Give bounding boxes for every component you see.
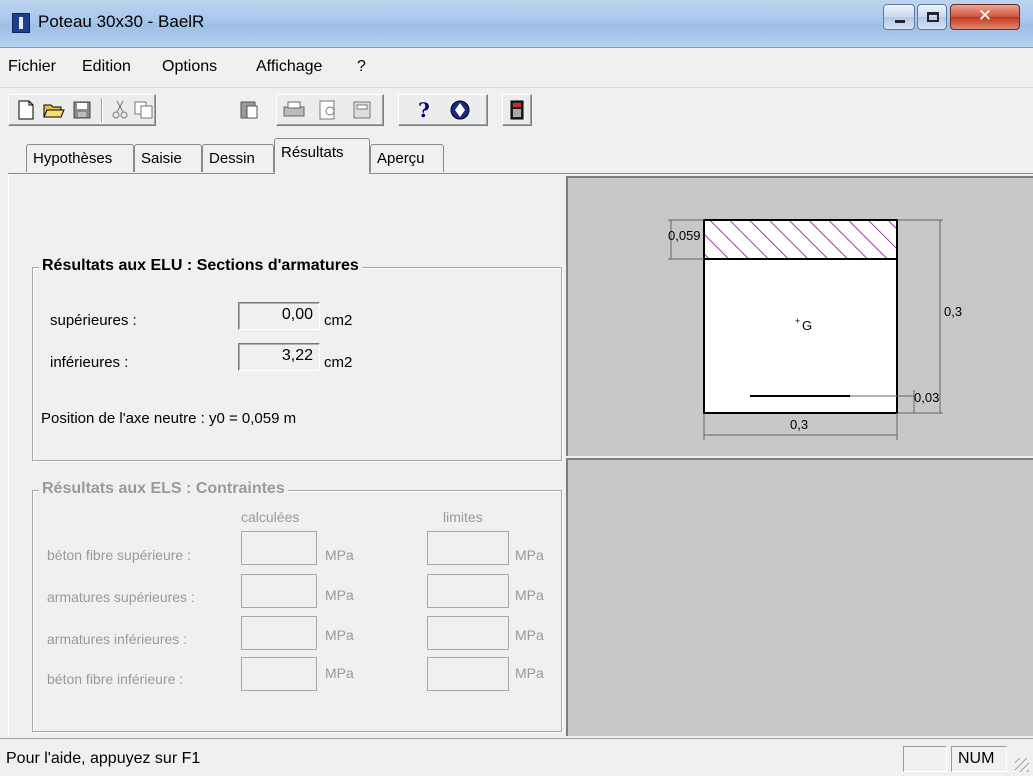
tab-apercu[interactable]: Aperçu	[370, 144, 444, 172]
toolbar-group-print	[276, 94, 384, 126]
minimize-button[interactable]	[883, 4, 915, 30]
menu-help[interactable]: ?	[357, 58, 366, 76]
help-icon[interactable]: ?	[411, 97, 437, 123]
copy-icon[interactable]	[131, 97, 157, 123]
els-unit: MPa	[515, 547, 544, 563]
els-unit: MPa	[515, 665, 544, 681]
sup-unit: cm2	[324, 312, 353, 329]
els-unit: MPa	[515, 587, 544, 603]
sup-value-field: 0,00	[238, 302, 320, 330]
menu-edition[interactable]: Edition	[82, 58, 131, 76]
els-unit: MPa	[515, 627, 544, 643]
els-col-calculees: calculées	[241, 509, 300, 525]
tab-hypotheses[interactable]: Hypothèses	[26, 144, 134, 172]
els-unit: MPa	[325, 665, 354, 681]
centroid-marker: +	[795, 316, 800, 326]
menu-affichage[interactable]: Affichage	[256, 58, 322, 76]
dim-cover-label: 0,03	[914, 390, 939, 405]
print-icon[interactable]	[281, 97, 307, 123]
tab-resultats[interactable]: Résultats	[274, 138, 370, 174]
centroid-label: G	[802, 318, 812, 333]
app-icon	[12, 13, 30, 33]
toolbar-group-calc	[502, 94, 532, 126]
els-limit-field	[427, 531, 509, 565]
maximize-button[interactable]	[917, 4, 947, 30]
els-row-label: armatures supérieures :	[47, 589, 195, 605]
elu-title: Résultats aux ELU : Sections d'armatures	[39, 257, 362, 275]
tab-strip: Hypothèses Saisie Dessin Résultats Aperç…	[0, 134, 1033, 174]
els-row-label: béton fibre inférieure :	[47, 671, 184, 687]
num-indicator: NUM	[951, 746, 1007, 772]
inf-unit: cm2	[324, 354, 353, 371]
els-title: Résultats aux ELS : Contraintes	[39, 480, 288, 498]
els-groupbox: Résultats aux ELS : Contraintes calculée…	[32, 480, 562, 732]
toolbar: ?	[0, 88, 1033, 134]
menu-options[interactable]: Options	[162, 58, 217, 76]
els-row-label: béton fibre supérieure :	[47, 547, 191, 563]
els-calc-field	[241, 574, 317, 608]
cut-icon[interactable]	[107, 97, 133, 123]
save-icon[interactable]	[69, 97, 95, 123]
sup-label: supérieures :	[50, 312, 137, 329]
status-help-text: Pour l'aide, appuyez sur F1	[6, 750, 201, 767]
els-calc-field	[241, 657, 317, 691]
menu-fichier[interactable]: Fichier	[8, 58, 56, 76]
toolbar-group-help: ?	[398, 94, 488, 126]
maximize-icon	[927, 12, 939, 22]
status-bar: Pour l'aide, appuyez sur F1 NUM	[0, 738, 1033, 776]
inf-label: inférieures :	[50, 354, 129, 371]
els-unit: MPa	[325, 587, 354, 603]
els-row-label: armatures inférieures :	[47, 631, 188, 647]
secondary-drawing-panel	[566, 458, 1033, 736]
section-drawing: 0,059 0,3 0,03 0,3 + G	[668, 219, 962, 440]
close-icon: ✕	[977, 6, 993, 26]
els-calc-field	[241, 531, 317, 565]
open-folder-icon[interactable]	[41, 97, 67, 123]
compression-zone-hatch	[705, 221, 896, 259]
print-preview-icon[interactable]	[315, 97, 341, 123]
paste-icon[interactable]	[236, 96, 262, 122]
results-panel: Résultats aux ELU : Sections d'armatures…	[8, 174, 564, 736]
dim-width-label: 0,3	[790, 417, 808, 432]
dim-top-label: 0,059	[668, 228, 701, 243]
new-file-icon[interactable]	[13, 97, 39, 123]
close-button[interactable]: ✕	[950, 4, 1020, 30]
calculator-icon[interactable]	[504, 97, 530, 123]
inf-value-field: 3,22	[238, 343, 320, 371]
els-calc-field	[241, 616, 317, 650]
section-drawing-panel: 0,059 0,3 0,03 0,3 + G	[566, 176, 1033, 456]
minimize-icon	[895, 20, 905, 23]
elu-groupbox: Résultats aux ELU : Sections d'armatures…	[32, 257, 562, 461]
resize-grip[interactable]	[1015, 758, 1029, 772]
els-unit: MPa	[325, 547, 354, 563]
dim-height-label: 0,3	[944, 304, 962, 319]
window-title: Poteau 30x30 - BaelR	[38, 12, 205, 31]
els-unit: MPa	[325, 627, 354, 643]
context-help-icon[interactable]	[447, 97, 473, 123]
els-col-limites: limites	[443, 509, 483, 525]
els-limit-field	[427, 657, 509, 691]
tab-dessin[interactable]: Dessin	[202, 144, 274, 172]
print-setup-icon[interactable]	[349, 97, 375, 123]
tab-saisie[interactable]: Saisie	[134, 144, 202, 172]
title-bar[interactable]: Poteau 30x30 - BaelR ✕	[0, 0, 1033, 48]
els-limit-field	[427, 616, 509, 650]
toolbar-group-file	[8, 94, 156, 126]
els-limit-field	[427, 574, 509, 608]
menu-bar: Fichier Edition Options Affichage ?	[0, 48, 1033, 88]
status-pane-empty	[903, 746, 947, 772]
neutral-axis-text: Position de l'axe neutre : y0 = 0,059 m	[41, 410, 297, 427]
